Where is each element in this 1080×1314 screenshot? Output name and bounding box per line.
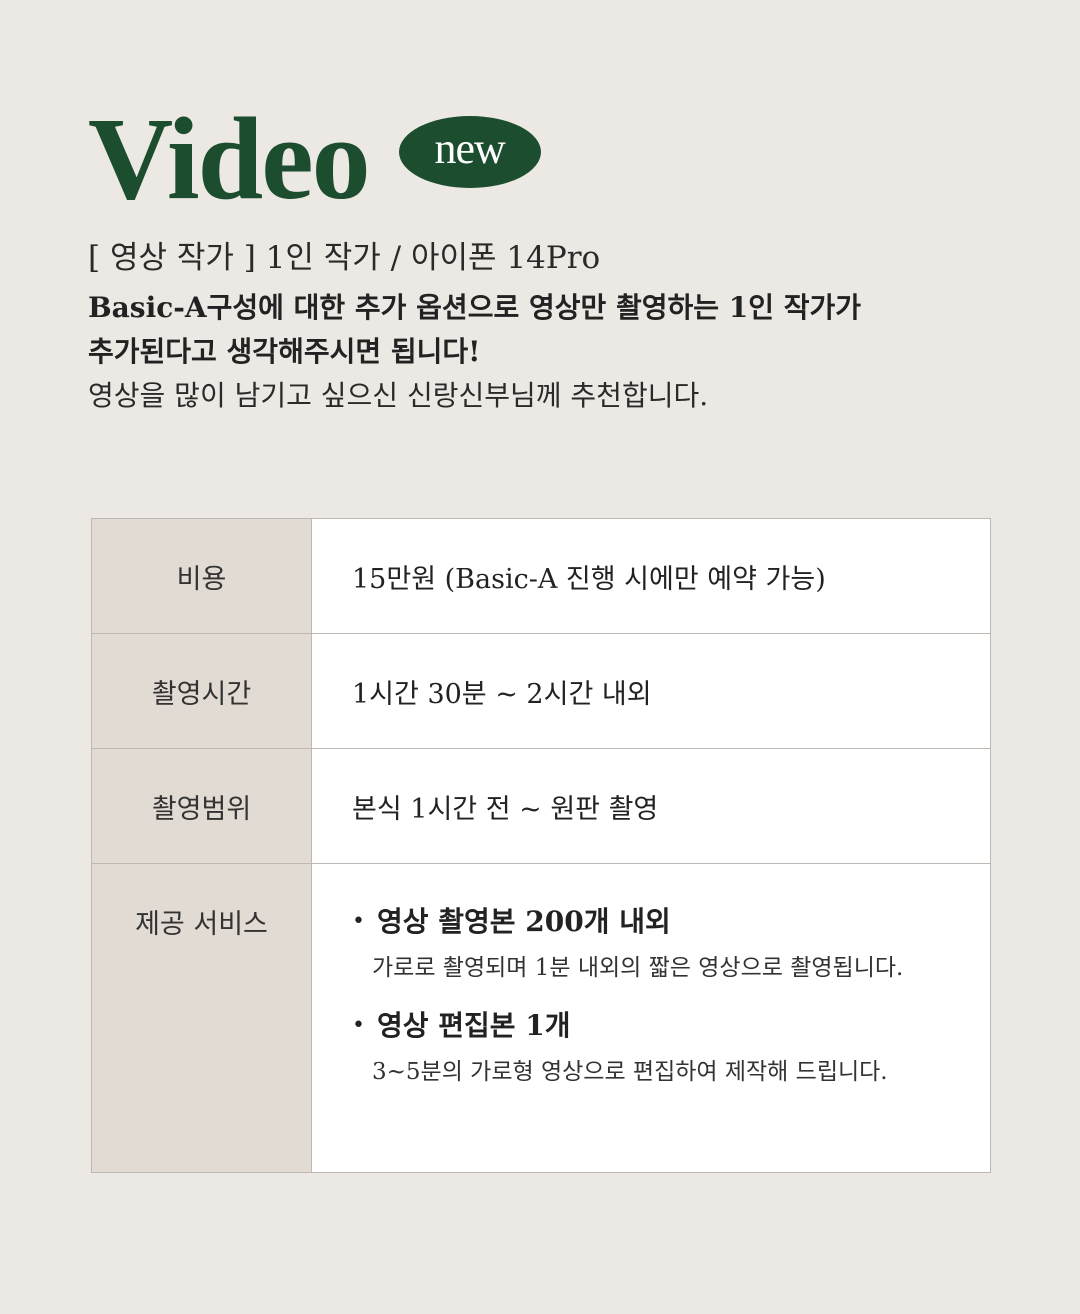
service-item-title-text: 영상 편집본 1개: [376, 1009, 571, 1042]
intro-subtitle: [ 영상 작가 ] 1인 작가 / 아이폰 14Pro: [88, 240, 601, 276]
services-value: • 영상 촬영본 200개 내외 가로로 촬영되며 1분 내외의 짧은 영상으로…: [312, 864, 990, 1172]
services-label: 제공 서비스: [92, 864, 312, 1172]
shooting-time-label: 촬영시간: [92, 634, 312, 749]
shooting-range-label: 촬영범위: [92, 749, 312, 864]
cost-value: 15만원 (Basic-A 진행 시에만 예약 가능): [312, 519, 990, 634]
shooting-range-value: 본식 1시간 전 ~ 원판 촬영: [312, 749, 990, 864]
cost-label: 비용: [92, 519, 312, 634]
intro-bold-line-1: Basic-A구성에 대한 추가 옵션으로 영상만 촬영하는 1인 작가가: [88, 291, 862, 324]
intro-bold-line-2: 추가된다고 생각해주시면 됩니다!: [88, 335, 481, 368]
intro-recommendation: 영상을 많이 남기고 싶으신 신랑신부님께 추천합니다.: [88, 379, 709, 412]
page-title: Video: [88, 93, 371, 224]
service-item-desc: 가로로 촬영되며 1분 내외의 짧은 영상으로 촬영됩니다.: [372, 955, 904, 981]
bullet-icon: •: [352, 909, 365, 934]
title-row: Video new: [88, 100, 541, 218]
service-item-title: • 영상 편집본 1개: [352, 1006, 888, 1046]
service-item-title: • 영상 촬영본 200개 내외: [352, 902, 903, 942]
bullet-icon: •: [352, 1013, 365, 1038]
service-item-title-text: 영상 촬영본 200개 내외: [376, 905, 671, 938]
service-item: • 영상 편집본 1개 3~5분의 가로형 영상으로 편집하여 제작해 드립니다…: [352, 1006, 888, 1088]
service-item: • 영상 촬영본 200개 내외 가로로 촬영되며 1분 내외의 짧은 영상으로…: [352, 902, 903, 984]
info-table: 비용 15만원 (Basic-A 진행 시에만 예약 가능) 촬영시간 1시간 …: [91, 518, 991, 1173]
intro-section: [ 영상 작가 ] 1인 작가 / 아이폰 14Pro Basic-A구성에 대…: [88, 236, 1008, 418]
new-badge: new: [398, 116, 541, 188]
service-item-desc: 3~5분의 가로형 영상으로 편집하여 제작해 드립니다.: [372, 1059, 888, 1085]
shooting-time-value: 1시간 30분 ~ 2시간 내외: [312, 634, 990, 749]
